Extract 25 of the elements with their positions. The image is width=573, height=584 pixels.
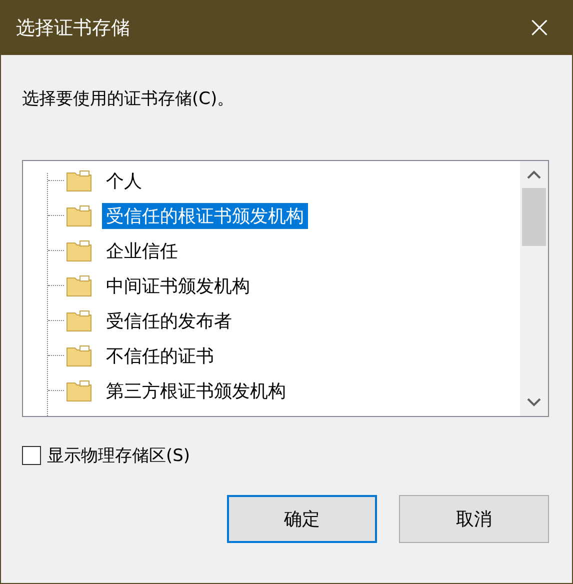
checkbox-label: 显示物理存储区(S) [47, 445, 190, 467]
scroll-down-icon[interactable] [527, 398, 541, 407]
folder-icon [66, 274, 92, 296]
dialog-button[interactable]: 取消 [399, 495, 549, 543]
folder-icon [66, 310, 92, 332]
tree-item[interactable]: 中间证书颁发机构 [102, 272, 254, 298]
scrollbar[interactable] [520, 161, 548, 416]
folder-icon [66, 170, 92, 192]
folder-icon [66, 204, 92, 226]
folder-icon [66, 344, 92, 366]
tree-item[interactable]: 不信任的证书 [102, 342, 218, 368]
checkbox[interactable] [22, 446, 41, 465]
folder-icon [66, 380, 92, 402]
instruction-text: 选择要使用的证书存储(C)。 [22, 88, 234, 110]
tree-item[interactable]: 个人 [102, 168, 146, 194]
tree-item[interactable]: 企业信任 [102, 238, 182, 264]
scroll-up-icon[interactable] [527, 170, 541, 179]
folder-icon [66, 240, 92, 262]
window-title: 选择证书存储 [16, 16, 130, 40]
tree-item[interactable]: 受信任的根证书颁发机构 [102, 202, 308, 228]
dialog-button[interactable]: 确定 [227, 495, 377, 543]
tree-item[interactable]: 第三方根证书颁发机构 [102, 378, 290, 404]
tree-item[interactable]: 受信任的发布者 [102, 308, 236, 334]
close-button[interactable]: × [520, 12, 558, 42]
scroll-thumb[interactable] [522, 188, 546, 246]
